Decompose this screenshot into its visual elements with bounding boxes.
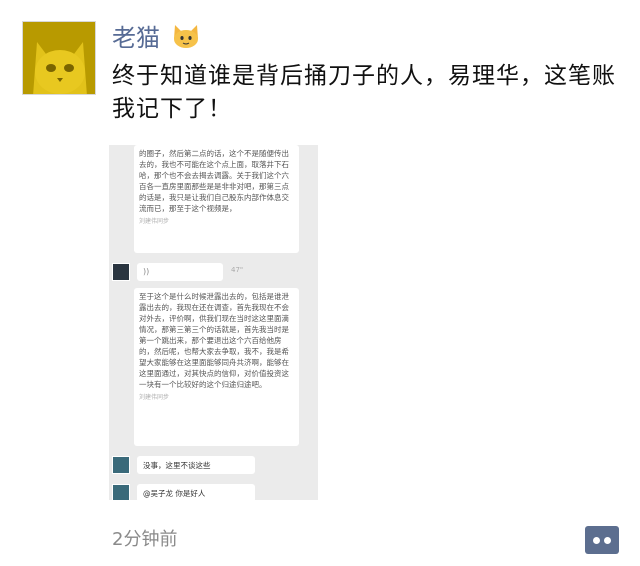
avatar[interactable] [22, 21, 96, 95]
cat-avatar-icon [23, 22, 95, 94]
voice-message: )) [137, 263, 223, 281]
username[interactable]: 老猫 [112, 20, 200, 56]
chat-message-2-text: 至于这个是什么时候泄露出去的，包括是谁泄露出去的，我现在还在调查，首先我现在不会… [139, 292, 289, 389]
sender-avatar [112, 456, 130, 474]
sender-avatar [112, 484, 130, 500]
chat-screenshot[interactable]: 的圈子，然后第二点的话，这个不是随便传出去的，我也不可能在这个点上面，取落井下石… [109, 145, 318, 500]
chat-message-2: 至于这个是什么时候泄露出去的，包括是谁泄露出去的，我现在还在调查，首先我现在不会… [134, 288, 299, 446]
post-text: 终于知道谁是背后捅刀子的人，易理华，这笔账我记下了！ [112, 63, 616, 122]
chat-message-4: @吴子龙 你是好人 [137, 484, 255, 500]
chat-message-2-footer: 刘建伟同步 [139, 394, 170, 401]
comment-dots-icon [604, 537, 611, 544]
cat-face-icon [173, 25, 198, 48]
chat-message-1: 的圈子，然后第二点的话，这个不是随便传出去的，我也不可能在这个点上面，取落井下石… [134, 145, 299, 253]
voice-icon: )) [143, 267, 150, 276]
chat-message-1-footer: 刘建伟同步 [139, 218, 170, 225]
chat-message-1-text: 的圈子，然后第二点的话，这个不是随便传出去的，我也不可能在这个点上面，取落井下石… [139, 149, 289, 213]
comment-button[interactable] [585, 526, 619, 554]
sender-avatar [112, 263, 130, 281]
post-timestamp: 2分钟前 [112, 529, 178, 550]
chat-message-3: 没事，这里不谈这些 [137, 456, 255, 474]
username-text[interactable]: 老猫 [112, 24, 160, 52]
voice-duration: 47" [231, 266, 244, 274]
comment-dots-icon [593, 537, 600, 544]
